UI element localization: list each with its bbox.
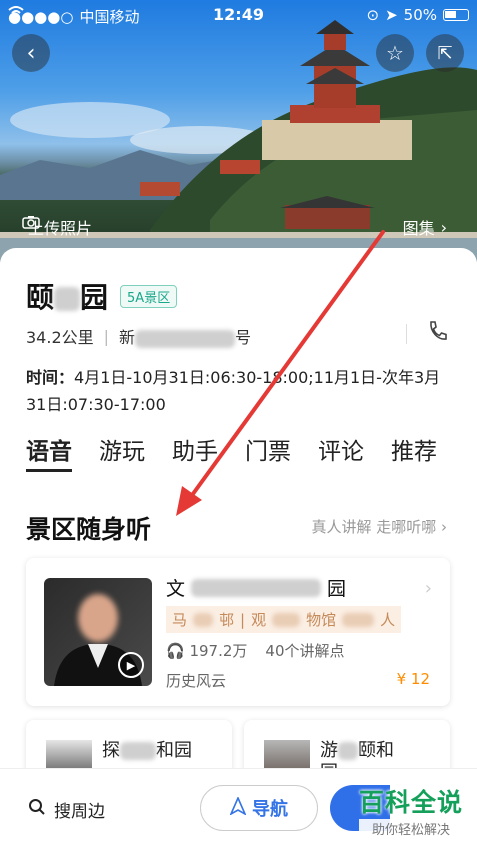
tag-start: 马 xyxy=(172,611,188,629)
audio-section-title: 景区随身听 xyxy=(26,515,152,544)
address: 新号 xyxy=(119,324,251,348)
upload-photo-button[interactable]: 上传照片 xyxy=(22,215,92,239)
tab-reviews[interactable]: 评论 xyxy=(318,432,364,466)
gallery-label: 图集 xyxy=(402,219,435,238)
poi-name-start: 颐 xyxy=(26,281,55,314)
share-icon: ⇱ xyxy=(437,42,453,64)
navigate-button[interactable]: 导航 xyxy=(200,785,318,831)
distance: 34.2公里 xyxy=(26,328,94,347)
tab-play[interactable]: 游玩 xyxy=(99,432,145,466)
opening-hours: 时间：4月1日-10月31日:06:30-18:00;11月1日-次年3月31日… xyxy=(26,364,456,418)
blurred-text xyxy=(54,287,81,311)
hero-image[interactable]: ●●●●○ 中国移动 12:49 ⊙ ➤ 50% ‹ ☆ ⇱ 上传照片 图集 › xyxy=(0,0,477,262)
divider xyxy=(406,324,407,344)
blurred-text xyxy=(338,742,358,760)
blurred-text xyxy=(120,742,156,760)
bottom-action-bar: 搜周边 导航 百科全说 助你轻松解决 xyxy=(0,768,477,845)
tab-voice[interactable]: 语音 xyxy=(26,432,72,472)
mini-title-end: 颐和 xyxy=(358,740,394,761)
guide-title-start: 文 xyxy=(166,578,186,600)
points-count: 40个讲解点 xyxy=(265,642,345,660)
hours-label: 时间： xyxy=(26,368,75,387)
guide-title-end: 园 xyxy=(327,578,347,600)
mini-title-start: 探 xyxy=(102,740,120,761)
blurred-text xyxy=(191,578,322,597)
guide-price[interactable]: ¥ 12 xyxy=(397,670,430,688)
mini-title-end: 和园 xyxy=(156,740,192,761)
favorite-button[interactable]: ☆ xyxy=(376,34,414,72)
location-icon: ➤ xyxy=(385,6,398,24)
phone-icon[interactable] xyxy=(427,320,447,348)
guide-stats: 🎧 197.2万 40个讲解点 xyxy=(166,640,345,661)
blurred-text xyxy=(193,612,214,627)
star-icon: ☆ xyxy=(386,41,404,65)
headphones-icon: 🎧 xyxy=(166,642,190,660)
guide-category: 历史风云 xyxy=(166,672,227,690)
tab-bar: 语音 游玩 助手 门票 评论 推荐 xyxy=(26,432,437,472)
gallery-button[interactable]: 图集 › xyxy=(403,215,447,239)
guide-title: 文园 xyxy=(166,574,346,601)
tag-end: 人 xyxy=(380,611,396,629)
blurred-text xyxy=(135,329,236,348)
chevron-left-icon: ‹ xyxy=(26,40,36,66)
distance-address-row[interactable]: 34.2公里 | 新号 xyxy=(26,324,251,348)
mini-guide-title: 探 和园 xyxy=(102,740,192,762)
chevron-right-icon: › xyxy=(424,578,432,599)
tab-recommend[interactable]: 推荐 xyxy=(391,432,437,466)
poi-title-row: 颐园 5A景区 xyxy=(26,276,178,316)
plays-value: 197.2万 xyxy=(189,642,248,660)
address-end: 号 xyxy=(235,328,252,347)
back-button[interactable]: ‹ xyxy=(12,34,50,72)
watermark-sub: 助你轻松解决 xyxy=(358,819,463,838)
share-button[interactable]: ⇱ xyxy=(426,34,464,72)
level-badge: 5A景区 xyxy=(120,284,178,308)
poi-name-end: 园 xyxy=(80,281,109,314)
separator: | xyxy=(103,326,110,346)
search-icon xyxy=(28,798,46,821)
guide-author-tags: 马 邨 | 观 物馆 人 xyxy=(166,606,402,633)
tag-mid3: 物馆 xyxy=(306,611,337,629)
audio-section-link-label: 真人讲解 走哪听哪 xyxy=(311,518,437,536)
rotation-lock-icon: ⊙ xyxy=(366,6,380,24)
tab-assistant[interactable]: 助手 xyxy=(172,432,218,466)
tag-separator: | xyxy=(240,610,246,629)
tag-mid2: 观 xyxy=(251,611,267,629)
watermark-main: 百科全说 xyxy=(358,788,463,817)
tag-mid1: 邨 xyxy=(219,611,235,629)
status-bar: ●●●●○ 中国移动 12:49 ⊙ ➤ 50% xyxy=(0,0,477,30)
audio-section-link[interactable]: 真人讲解 走哪听哪 › xyxy=(311,516,447,537)
poi-detail-page: ●●●●○ 中国移动 12:49 ⊙ ➤ 50% ‹ ☆ ⇱ 上传照片 图集 ›… xyxy=(0,0,477,845)
blurred-text xyxy=(272,612,301,627)
battery-percent: 50% xyxy=(403,6,437,24)
play-icon[interactable]: ▶ xyxy=(118,652,144,678)
search-nearby-button[interactable]: 搜周边 xyxy=(28,797,105,822)
battery-icon xyxy=(443,9,469,21)
navigate-label: 导航 xyxy=(252,799,288,820)
chevron-right-icon: › xyxy=(441,518,447,536)
mini-title-start: 游 xyxy=(320,740,338,761)
tab-tickets[interactable]: 门票 xyxy=(245,432,291,466)
navigation-arrow-icon xyxy=(229,795,247,820)
chevron-right-icon: › xyxy=(440,217,447,237)
address-start: 新 xyxy=(119,328,136,347)
search-nearby-label: 搜周边 xyxy=(54,802,105,822)
audio-guide-card[interactable]: ▶ 文园 › 马邨 | 观物馆人 🎧 197.2万 40个讲解点 历史风云 ¥ … xyxy=(26,558,450,706)
blurred-text xyxy=(342,612,375,627)
plays-count: 🎧 197.2万 xyxy=(166,640,247,661)
poi-info-card: 颐园 5A景区 34.2公里 | 新号 时间：4月1日-10月31日:06:30… xyxy=(0,248,477,845)
watermark-logo: 百科全说 助你轻松解决 xyxy=(358,783,463,838)
guide-thumbnail: ▶ xyxy=(44,578,152,686)
hours-text: 4月1日-10月31日:06:30-18:00;11月1日-次年3月31日:07… xyxy=(26,368,441,414)
poi-name: 颐园 xyxy=(26,276,108,316)
